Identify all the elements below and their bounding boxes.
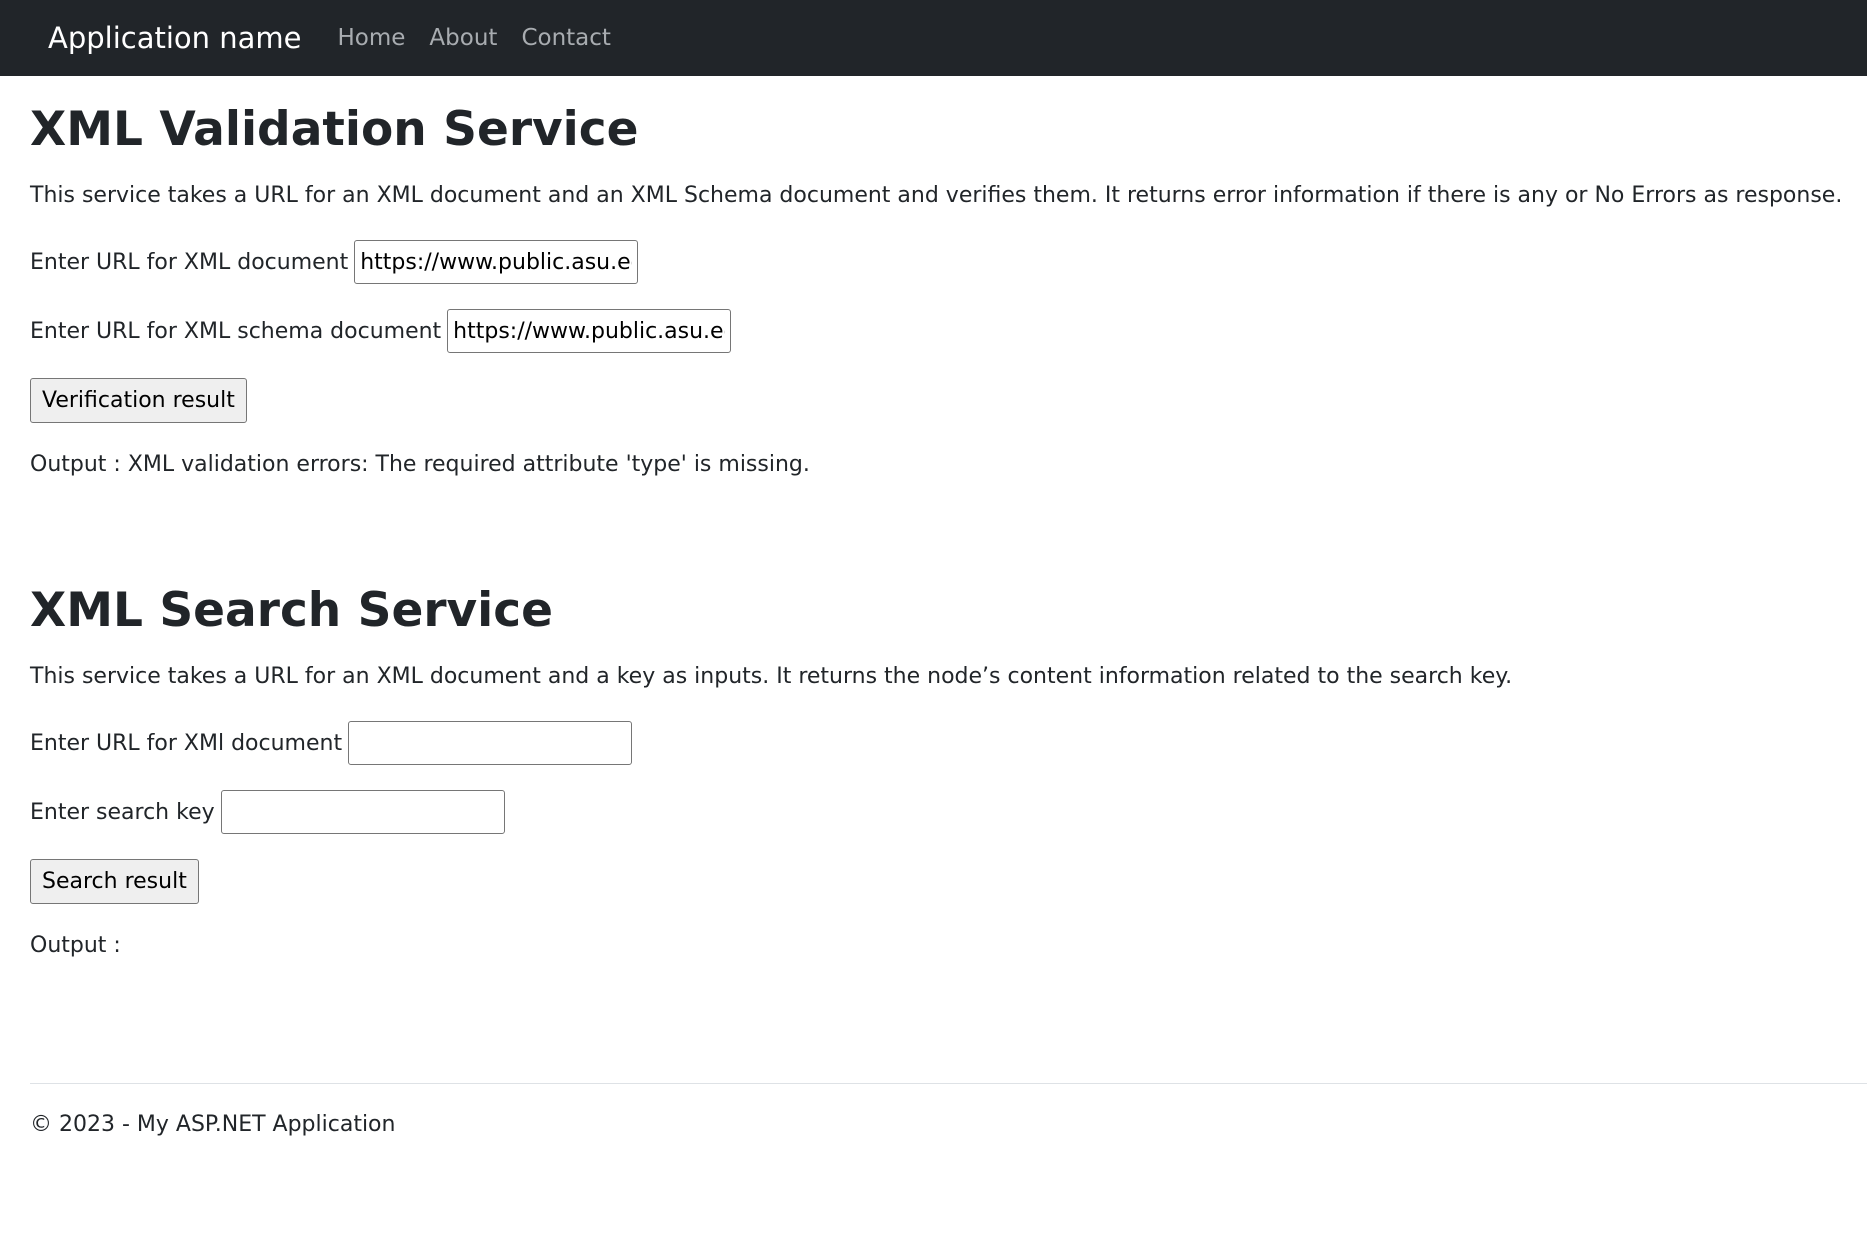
brand-link[interactable]: Application name <box>48 21 302 55</box>
footer: © 2023 - My ASP.NET Application <box>30 1112 395 1137</box>
top-navbar: Application name Home About Contact <box>0 0 1867 76</box>
nav-link-home[interactable]: Home <box>338 25 406 51</box>
validation-title: XML Validation Service <box>30 102 639 157</box>
validation-schema-input[interactable] <box>447 309 732 353</box>
nav-link-about[interactable]: About <box>429 25 497 51</box>
footer-copyright: © 2023 - My ASP.NET Application <box>30 1112 396 1137</box>
validation-description: This service takes a URL for an XML docu… <box>30 183 1843 208</box>
search-output: Output : <box>30 933 121 958</box>
search-description: This service takes a URL for an XML docu… <box>30 664 1513 689</box>
validation-xml-input[interactable] <box>354 240 639 284</box>
search-xml-label: Enter URL for XMl document <box>30 730 343 756</box>
search-key-label: Enter search key <box>30 799 215 825</box>
validation-xml-row: Enter URL for XML document <box>30 240 639 284</box>
validation-schema-row: Enter URL for XML schema document <box>30 309 732 353</box>
search-xml-row: Enter URL for XMl document <box>30 721 633 765</box>
search-result-button[interactable]: Search result <box>30 859 199 904</box>
search-key-row: Enter search key <box>30 790 505 834</box>
validation-output: Output : XML validation errors: The requ… <box>30 452 810 477</box>
verification-result-button[interactable]: Verification result <box>30 378 247 423</box>
footer-divider <box>30 1083 1867 1084</box>
validation-schema-label: Enter URL for XML schema document <box>30 318 442 344</box>
search-key-input[interactable] <box>220 790 505 834</box>
search-xml-input[interactable] <box>348 721 633 765</box>
search-title: XML Search Service <box>30 583 554 638</box>
validation-xml-label: Enter URL for XML document <box>30 249 349 275</box>
nav-link-contact[interactable]: Contact <box>521 25 610 51</box>
